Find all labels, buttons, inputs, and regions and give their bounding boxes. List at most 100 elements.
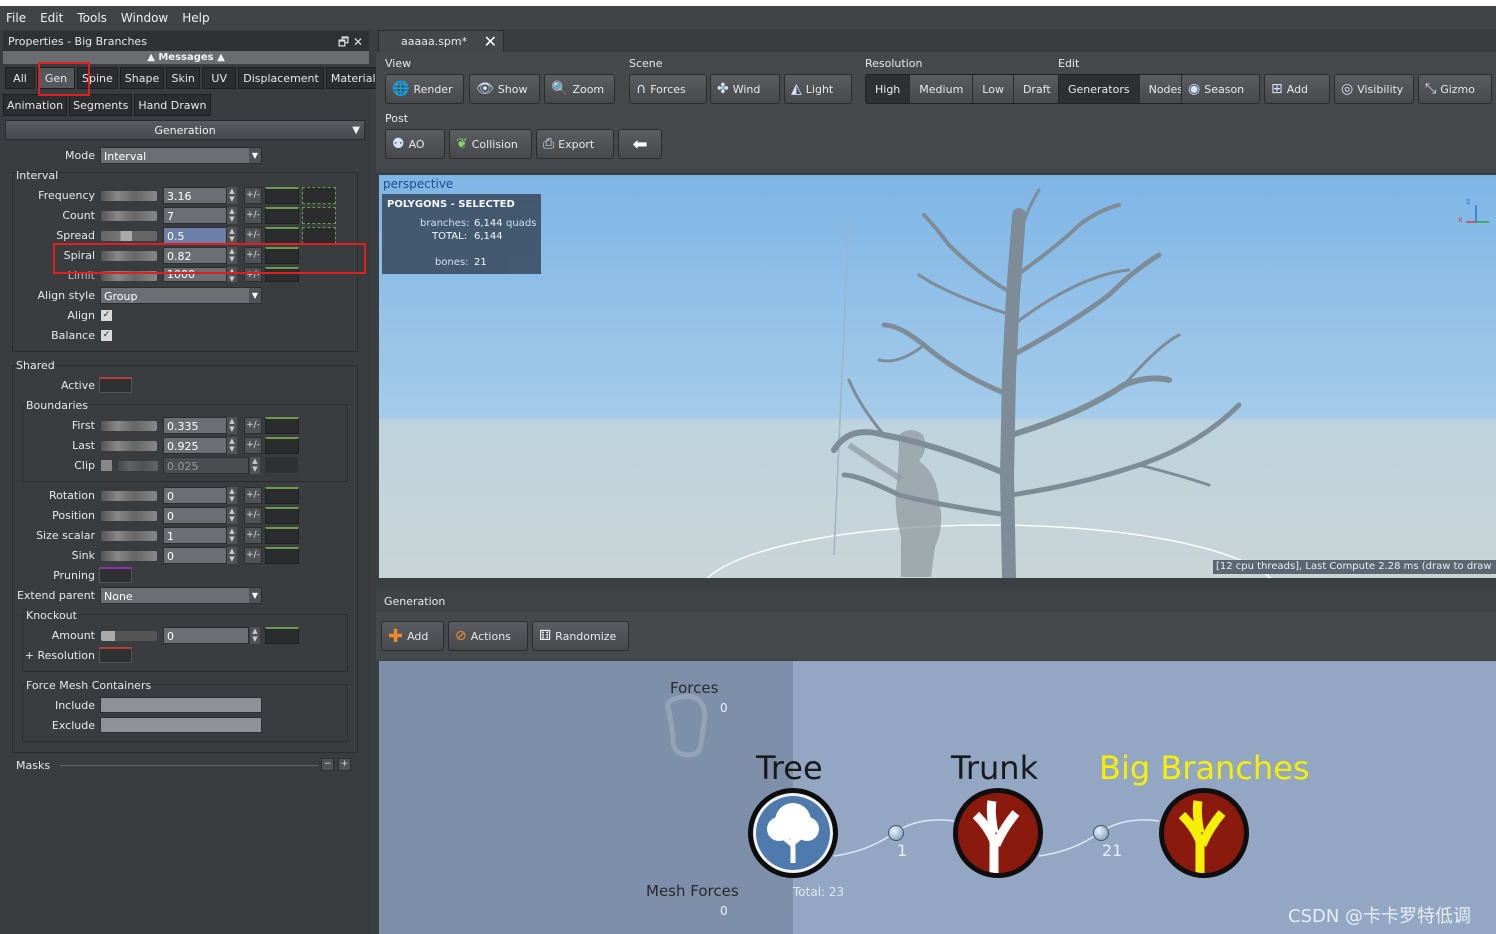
collapse-icon[interactable]: ▼ <box>352 121 360 141</box>
sink-slider[interactable] <box>101 551 157 561</box>
res-medium[interactable]: Medium <box>910 75 974 103</box>
count-spinner[interactable]: ▲ ▼ <box>227 207 237 224</box>
align-checkbox[interactable]: ✓ <box>101 310 112 321</box>
tab-skin[interactable]: Skin <box>166 67 201 89</box>
clip-spinner[interactable]: ▲ ▼ <box>250 457 260 474</box>
clip-input[interactable]: 0.025 <box>163 457 249 474</box>
season-button[interactable]: ◉ Season <box>1181 74 1260 104</box>
align-style-select[interactable]: Group ▼ <box>100 287 262 304</box>
resolution-curve[interactable] <box>99 647 132 663</box>
frequency-input[interactable]: 3.16 <box>163 187 227 204</box>
tab-all[interactable]: All <box>5 67 35 89</box>
rotation-variance-button[interactable]: +/- <box>244 487 262 504</box>
node-tree-output-port[interactable] <box>888 825 904 841</box>
extend-parent-select[interactable]: None ▼ <box>100 587 262 604</box>
node-big-branches[interactable] <box>1159 788 1249 878</box>
spread-slider[interactable] <box>101 231 157 241</box>
amount-spinner[interactable]: ▲ ▼ <box>250 627 260 644</box>
tab-material[interactable]: Material <box>325 67 381 89</box>
back-button[interactable]: ⬅ <box>618 129 662 159</box>
add-toolbar-button[interactable]: ⊞ Add <box>1264 74 1330 104</box>
mode-select[interactable]: Interval ▼ <box>100 147 262 164</box>
position-variance-button[interactable]: +/- <box>244 507 262 524</box>
gen-add-button[interactable]: ✚ Add <box>381 621 444 651</box>
sink-input[interactable]: 0 <box>163 547 227 564</box>
first-curve[interactable] <box>265 417 299 434</box>
masks-remove-button[interactable]: − <box>321 758 334 771</box>
exclude-field[interactable] <box>100 717 262 733</box>
active-curve[interactable] <box>99 377 132 393</box>
node-trunk-output-port[interactable] <box>1093 825 1109 841</box>
frequency-variance-button[interactable]: +/- <box>244 187 262 204</box>
3d-viewport[interactable] <box>379 175 1496 578</box>
position-spinner[interactable]: ▲ ▼ <box>227 507 237 524</box>
masks-add-button[interactable]: + <box>338 758 351 771</box>
render-button[interactable]: 🌐 Render <box>385 74 464 104</box>
res-draft[interactable]: Draft <box>1013 75 1061 103</box>
size-scalar-input[interactable]: 1 <box>163 527 227 544</box>
size-scalar-curve[interactable] <box>265 527 299 544</box>
rotation-slider[interactable] <box>101 491 157 501</box>
tab-hand-drawn[interactable]: Hand Drawn <box>134 94 211 116</box>
wind-button[interactable]: ✤ Wind <box>710 74 780 104</box>
frequency-curve-alt[interactable] <box>302 187 336 204</box>
light-button[interactable]: ◭ Light <box>784 74 852 104</box>
count-slider[interactable] <box>101 211 157 221</box>
last-variance-button[interactable]: +/- <box>244 437 262 454</box>
last-spinner[interactable]: ▲ ▼ <box>227 437 237 454</box>
size-scalar-variance-button[interactable]: +/- <box>244 527 262 544</box>
clip-curve[interactable] <box>265 457 298 473</box>
menu-file[interactable]: File <box>6 11 26 25</box>
gizmo-button[interactable]: ⤡ Gizmo <box>1418 74 1492 104</box>
count-curve-alt[interactable] <box>302 207 336 224</box>
viewport-camera-label[interactable]: perspective <box>383 177 453 191</box>
amount-slider[interactable] <box>101 631 157 641</box>
randomize-button[interactable]: ⚅ Randomize <box>532 621 629 651</box>
menu-edit[interactable]: Edit <box>40 11 63 25</box>
first-spinner[interactable]: ▲ ▼ <box>227 417 237 434</box>
last-input[interactable]: 0.925 <box>163 437 227 454</box>
frequency-curve[interactable] <box>265 187 299 204</box>
position-input[interactable]: 0 <box>163 507 227 524</box>
position-curve[interactable] <box>265 507 299 524</box>
clip-slider[interactable] <box>118 461 158 471</box>
first-variance-button[interactable]: +/- <box>244 417 262 434</box>
res-high[interactable]: High <box>866 75 911 103</box>
res-low[interactable]: Low <box>973 75 1014 103</box>
generation-section-header[interactable]: Generation ▼ <box>5 120 365 140</box>
tab-shape[interactable]: Shape <box>119 67 165 89</box>
spread-spinner[interactable]: ▲ ▼ <box>227 227 237 244</box>
visibility-button[interactable]: ◎ Visibility <box>1334 74 1414 104</box>
pruning-curve[interactable] <box>99 567 132 583</box>
frequency-slider[interactable] <box>101 191 157 201</box>
sink-curve[interactable] <box>265 547 299 564</box>
spread-variance-button[interactable]: +/- <box>244 227 262 244</box>
actions-button[interactable]: ⊘ Actions <box>448 621 528 651</box>
menu-help[interactable]: Help <box>182 11 209 25</box>
node-trunk[interactable] <box>953 788 1043 878</box>
generation-graph[interactable]: Forces 0 Mesh Forces 0 Total: 23 Tree 1 … <box>379 661 1496 934</box>
tab-displacement[interactable]: Displacement <box>238 67 324 89</box>
export-button[interactable]: ⎙ Export <box>536 129 614 159</box>
close-tab-icon[interactable]: ✕ <box>484 32 497 51</box>
clip-checkbox[interactable] <box>101 460 112 471</box>
sink-spinner[interactable]: ▲ ▼ <box>227 547 237 564</box>
tab-uv[interactable]: UV <box>202 67 237 89</box>
count-variance-button[interactable]: +/- <box>244 207 262 224</box>
amount-input[interactable]: 0 <box>163 627 249 644</box>
include-field[interactable] <box>100 697 262 713</box>
show-button[interactable]: 👁 Show <box>469 74 540 104</box>
forces-button[interactable]: ∩ Forces <box>629 74 707 104</box>
node-tree[interactable] <box>748 788 838 878</box>
amount-curve[interactable] <box>265 627 299 644</box>
spread-curve-alt[interactable] <box>302 227 336 244</box>
frequency-spinner[interactable]: ▲ ▼ <box>227 187 237 204</box>
collision-button[interactable]: ❦ Collision <box>449 129 532 159</box>
zoom-button[interactable]: 🔍 Zoom <box>544 74 615 104</box>
balance-checkbox[interactable]: ✓ <box>101 330 112 341</box>
spread-input[interactable]: 0.5 <box>163 227 227 244</box>
last-slider[interactable] <box>101 441 157 451</box>
menu-tools[interactable]: Tools <box>77 11 107 25</box>
first-input[interactable]: 0.335 <box>163 417 227 434</box>
menu-window[interactable]: Window <box>121 11 168 25</box>
